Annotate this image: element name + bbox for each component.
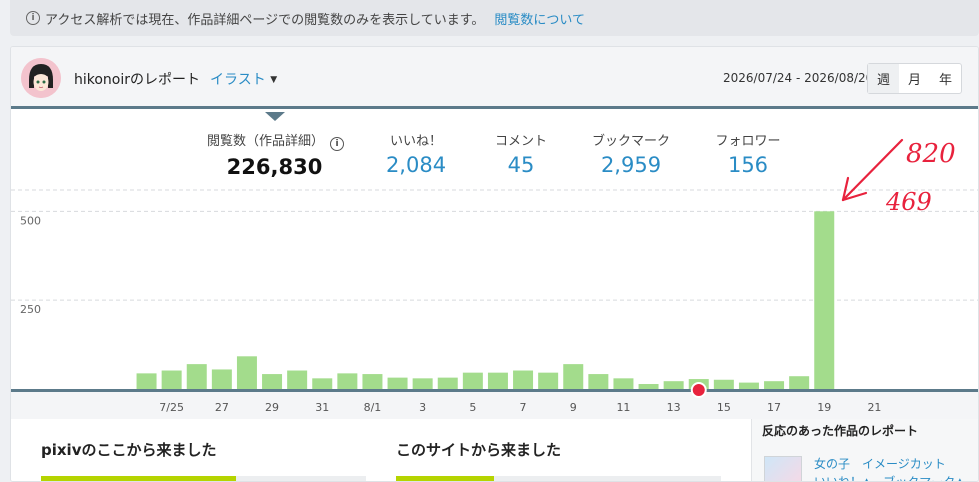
notice-text: アクセス解析では現在、作品詳細ページでの閲覧数のみを表示しています。 <box>45 12 485 28</box>
site-referrer-title: このサイトから来ました <box>396 441 562 459</box>
x-tick-label: 13 <box>667 401 681 414</box>
site-referrer-bar-fill <box>396 476 494 481</box>
chart-bar <box>814 211 835 389</box>
period-month-button[interactable]: 月 <box>899 64 930 93</box>
x-tick-label: 17 <box>767 401 781 414</box>
chart-bar <box>613 378 634 389</box>
chart-bar <box>412 378 433 389</box>
chart-bar <box>211 369 232 389</box>
chart-bar <box>312 378 333 389</box>
category-dropdown[interactable]: イラスト ▼ <box>210 69 277 89</box>
stat-likes-value: 2,084 <box>385 153 447 177</box>
chart-bar <box>663 381 684 389</box>
category-label: イラスト <box>210 72 266 88</box>
site-referrer-bar <box>396 476 721 481</box>
period-year-button[interactable]: 年 <box>930 64 961 93</box>
date-range: 2026/07/24 - 2026/08/20 <box>723 71 874 85</box>
x-tick-label: 31 <box>315 401 329 414</box>
reacted-works-panel: 反応のあった作品のレポート 女の子 イメージカット いいね！▲ ブックマーク▲ <box>751 419 978 482</box>
stat-followers[interactable]: フォロワー 156 <box>708 130 788 177</box>
reacted-works-title: 反応のあった作品のレポート <box>762 424 919 438</box>
x-tick-label: 7 <box>520 401 527 414</box>
report-card: hikonoirのレポート イラスト ▼ 2026/07/24 - 2026/0… <box>10 46 979 482</box>
avatar[interactable] <box>21 58 61 98</box>
chart-bar <box>387 377 408 389</box>
stat-followers-value: 156 <box>727 153 769 177</box>
pixiv-referrer-bar-fill <box>41 476 236 481</box>
chart-bar <box>236 356 257 389</box>
stat-views-label-row: 閲覧数（作品詳細） i <box>207 130 345 151</box>
x-tick-label: 7/25 <box>159 401 184 414</box>
x-tick-label: 15 <box>717 401 731 414</box>
info-notice: i アクセス解析では現在、作品詳細ページでの閲覧数のみを表示しています。 閲覧数… <box>10 0 979 36</box>
chart-bar <box>437 377 458 389</box>
x-tick-label: 9 <box>570 401 577 414</box>
stat-views[interactable]: 閲覧数（作品詳細） i 226,830 <box>207 130 345 179</box>
referrer-panels: pixivのここから来ました このサイトから来ました <box>11 419 751 481</box>
stat-comments-label: コメント <box>494 134 547 149</box>
x-tick-label: 5 <box>469 401 476 414</box>
today-marker <box>690 382 707 398</box>
chart-bar <box>287 370 308 389</box>
chart-bar <box>362 374 383 389</box>
x-tick-label: 3 <box>419 401 426 414</box>
stat-bookmarks-label: ブックマーク <box>591 134 670 149</box>
pixiv-referrer-bar <box>41 476 366 481</box>
lower-section: pixivのここから来ました このサイトから来ました 反応のあった作品のレポート… <box>11 419 978 482</box>
y-tick-label: 500 <box>20 214 41 227</box>
chart-bar <box>538 372 559 389</box>
period-week-button[interactable]: 週 <box>868 64 899 93</box>
chart-bar <box>186 364 207 389</box>
x-tick-label: 8/1 <box>364 401 382 414</box>
stat-views-value: 226,830 <box>226 155 323 179</box>
stat-likes[interactable]: いいね！ 2,084 <box>381 130 451 177</box>
chart-bar <box>563 364 584 389</box>
info-icon: i <box>26 11 40 25</box>
stat-likes-label: いいね！ <box>389 134 442 149</box>
help-icon[interactable]: i <box>330 137 345 151</box>
x-tick-label: 11 <box>616 401 630 414</box>
stat-followers-label: フォロワー <box>715 134 781 149</box>
chart-bar <box>337 373 358 389</box>
chart-bar <box>513 370 534 389</box>
chart-bar <box>136 373 157 389</box>
stat-bookmarks[interactable]: ブックマーク 2,959 <box>586 130 676 177</box>
x-tick-label: 29 <box>265 401 279 414</box>
chart-bar <box>789 376 810 389</box>
report-header: hikonoirのレポート イラスト ▼ 2026/07/24 - 2026/0… <box>11 47 978 109</box>
work-reaction-stats: いいね！▲ ブックマーク▲ <box>814 475 965 482</box>
work-thumbnail[interactable] <box>764 456 802 481</box>
stat-bookmarks-value: 2,959 <box>600 153 662 177</box>
period-selector: 週 月 年 <box>867 63 962 94</box>
views-chart-svg: 250 500 7/25 27 29 31 8/1 3 5 7 9 11 13 15 17 19 21 <box>11 189 978 422</box>
stat-comments[interactable]: コメント 45 <box>486 130 556 177</box>
chart-bar <box>764 381 785 389</box>
chart-bar <box>487 372 508 389</box>
x-tick-label: 19 <box>817 401 831 414</box>
stat-comments-value: 45 <box>507 153 535 177</box>
chart-bar <box>161 370 182 389</box>
chart-bar <box>588 374 609 389</box>
y-tick-label: 250 <box>20 303 41 316</box>
chart-bar <box>638 384 659 389</box>
chart-bar <box>462 372 483 389</box>
x-axis-line <box>11 389 978 392</box>
work-title-link[interactable]: 女の子 イメージカット <box>814 455 946 472</box>
report-title: hikonoirのレポート <box>74 72 201 88</box>
selected-stat-pointer <box>265 112 285 121</box>
caret-down-icon: ▼ <box>270 75 278 85</box>
chart-bar <box>738 382 759 389</box>
chart-bar <box>713 379 734 389</box>
x-tick-label: 27 <box>215 401 229 414</box>
x-tick-label: 21 <box>867 401 881 414</box>
views-help-link[interactable]: 閲覧数について <box>494 9 585 28</box>
chart-bar <box>262 374 283 389</box>
pixiv-referrer-title: pixivのここから来ました <box>41 441 217 459</box>
x-axis-band <box>11 392 978 422</box>
views-chart: 250 500 7/25 27 29 31 8/1 3 5 7 9 11 13 15 17 19 21 <box>11 182 978 422</box>
stat-views-label: 閲覧数（作品詳細） <box>207 134 325 149</box>
